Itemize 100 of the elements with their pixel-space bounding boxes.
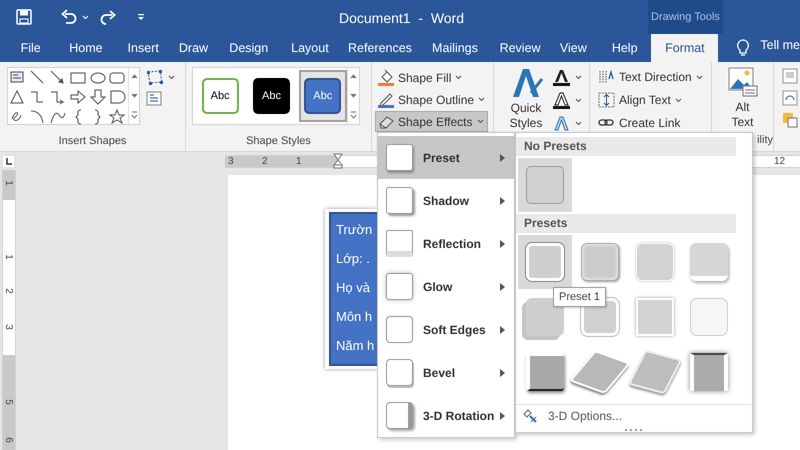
window-title: Document1 - Word — [339, 9, 464, 28]
arrange-icon[interactable] — [782, 112, 798, 128]
group-label: Shape Styles — [246, 134, 311, 149]
ruler-number: 1 — [2, 254, 13, 260]
text-effects-icon[interactable] — [552, 114, 571, 132]
shape-icons-drawing[interactable] — [9, 69, 127, 123]
menu-item[interactable]: Soft Edges — [378, 308, 514, 351]
wrap-icon[interactable] — [782, 90, 798, 106]
effect-thumbnail-icon — [386, 187, 413, 214]
menu-item[interactable]: 3-D Rotation — [378, 394, 514, 437]
effect-thumbnail-icon — [386, 273, 413, 300]
text-direction-icon — [598, 69, 615, 85]
menu-item[interactable]: Bevel — [378, 351, 514, 394]
pen-icon — [378, 91, 394, 108]
caret-icon — [82, 14, 89, 20]
ribbon-tab[interactable]: Design — [219, 34, 278, 62]
caret-icon — [455, 75, 462, 80]
shapes-gallery[interactable] — [7, 67, 140, 125]
shape-command-button[interactable]: Shape Outline — [375, 89, 488, 110]
submenu-arrow-icon — [500, 282, 505, 290]
shape-command-button[interactable]: Shape Fill — [375, 67, 488, 88]
ribbon-tab[interactable]: Home — [53, 34, 119, 62]
ribbon-tab[interactable]: Format — [651, 34, 718, 62]
quick-styles-button[interactable]: Quick Styles — [502, 67, 550, 133]
customize-icon[interactable] — [137, 13, 145, 21]
more-icon[interactable] — [348, 110, 358, 119]
effect-thumbnail-icon — [386, 402, 413, 429]
ribbon-tab[interactable]: References — [342, 34, 418, 62]
contextual-tab-group: Drawing Tools — [648, 0, 723, 34]
ruler-number: 1 — [2, 180, 13, 186]
tooltip: Preset 1 — [553, 287, 606, 307]
scroll-down-icon[interactable] — [130, 92, 138, 100]
options-link[interactable]: 3-D Options... — [516, 404, 752, 427]
text-fill-icon[interactable] — [552, 68, 571, 86]
style-gallery-item[interactable]: Abc — [298, 70, 347, 122]
ribbon-tab[interactable]: Help — [598, 34, 652, 62]
ruler-number: 12 — [774, 155, 786, 168]
text-line: Môn h — [336, 308, 374, 326]
menu-item[interactable]: Shadow — [378, 179, 514, 222]
alt-text-button[interactable]: Alt Text — [728, 67, 758, 130]
caret-icon — [168, 74, 175, 80]
group-label: Insert Shapes — [58, 134, 126, 149]
caret-icon — [476, 119, 484, 124]
text-command-button[interactable]: Align Text — [598, 90, 703, 110]
text-line: Năm h — [336, 337, 376, 355]
section-heading: Presets — [516, 214, 736, 233]
section-heading: No Presets — [516, 137, 736, 156]
picture-icon — [728, 67, 758, 97]
text-command-button[interactable]: Create Link — [598, 113, 703, 133]
ribbon-tab[interactable]: Mailings — [418, 34, 492, 62]
ribbon-tab[interactable]: Insert — [118, 34, 168, 62]
tab-stop-icon[interactable] — [2, 155, 15, 168]
ruler-number: 1 — [296, 155, 302, 168]
submenu-arrow-icon — [500, 154, 505, 162]
caret-icon — [575, 98, 582, 102]
text-line: Trườn — [336, 221, 374, 239]
effect-thumbnail-icon — [386, 359, 413, 386]
ribbon-tab[interactable]: Draw — [168, 34, 220, 62]
caret-icon — [575, 120, 582, 126]
text-line: Họ và — [336, 279, 371, 297]
edit-shape-icon[interactable] — [146, 69, 164, 85]
ruler-number: 3 — [2, 324, 13, 330]
menu-item[interactable]: Reflection — [378, 222, 514, 265]
ribbon-tab[interactable]: Review — [491, 34, 549, 62]
ruler-number: 6 — [2, 437, 13, 443]
preset-thumbnail[interactable] — [518, 235, 572, 289]
effect-thumbnail-icon — [386, 144, 413, 171]
submenu-arrow-icon — [500, 368, 505, 376]
scroll-down-icon[interactable] — [348, 92, 358, 100]
submenu-arrow-icon — [500, 240, 505, 248]
image-icon[interactable] — [782, 68, 798, 84]
text-line: Lớp: . — [336, 250, 371, 268]
ribbon-tab[interactable]: File — [8, 34, 54, 62]
text-command-button[interactable]: Text Direction — [598, 67, 703, 87]
paint-bucket-icon — [378, 69, 394, 86]
resize-grip-icon[interactable] — [625, 429, 643, 432]
submenu-arrow-icon — [500, 412, 505, 420]
ruler-number: 2 — [262, 155, 268, 168]
undo-icon[interactable] — [60, 9, 78, 25]
ruler-number: 3 — [228, 155, 234, 168]
effect-thumbnail-icon — [386, 316, 413, 343]
indent-marker-icon[interactable] — [333, 153, 343, 169]
preset-thumbnail[interactable] — [518, 158, 572, 212]
more-icon[interactable] — [130, 110, 138, 119]
ruler-number: 5 — [2, 399, 13, 405]
save-icon[interactable] — [16, 9, 32, 25]
align-text-icon — [598, 92, 615, 108]
group-label: ility — [757, 133, 773, 148]
menu-item[interactable]: Glow — [378, 265, 514, 308]
ribbon-tab[interactable]: View — [548, 34, 598, 62]
ribbon-tab[interactable]: Layout — [278, 34, 342, 62]
shape-command-button[interactable]: Shape Effects — [375, 111, 488, 132]
submenu-arrow-icon — [500, 196, 505, 204]
text-outline-icon[interactable] — [552, 92, 571, 108]
redo-icon[interactable] — [99, 9, 117, 25]
lightbulb-icon — [736, 39, 750, 57]
effect-thumbnail-icon — [386, 230, 413, 257]
menu-item[interactable]: Preset — [378, 136, 514, 179]
submenu-arrow-icon — [500, 326, 505, 334]
tell-me-field[interactable]: Tell me — [760, 36, 800, 55]
